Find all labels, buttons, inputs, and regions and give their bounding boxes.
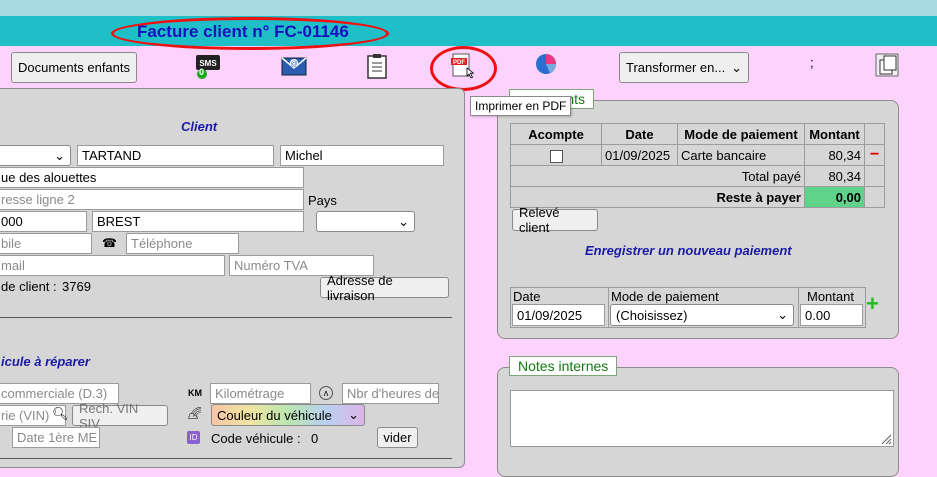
kilometrage-input[interactable]: Kilométrage <box>210 383 311 404</box>
code-vehicule-label: Code véhicule : <box>211 431 301 446</box>
new-montant-label: Montant <box>807 289 854 304</box>
transformer-label: Transformer en... <box>626 60 726 75</box>
civility-select[interactable]: ⌄ <box>0 145 71 166</box>
vider-button[interactable]: vider <box>377 427 418 448</box>
total-paye-label: Total payé <box>510 165 805 187</box>
sms-badge: 0 <box>199 67 205 77</box>
rech-vin-button[interactable]: Rech. VIN SIV <box>72 401 168 431</box>
new-montant-input[interactable]: 0.00 <box>800 304 863 326</box>
heures-input[interactable]: Nbr d'heures de <box>342 383 439 404</box>
km-label: KM <box>188 388 202 398</box>
mobile-input[interactable]: bile <box>0 233 92 254</box>
pdf-tooltip: Imprimer en PDF <box>470 96 572 116</box>
new-date-label: Date <box>513 289 541 304</box>
vehicule-heading: icule à réparer <box>1 354 90 369</box>
notes-textarea[interactable] <box>510 390 894 447</box>
ville-input[interactable]: BREST <box>92 211 304 232</box>
table-row: 01/09/2025 Carte bancaire 80,34 − <box>510 144 885 166</box>
divider <box>798 287 799 328</box>
divider <box>0 458 452 459</box>
col-montant: Montant <box>804 123 865 145</box>
new-mode-label: Mode de paiement <box>611 289 719 304</box>
remove-payment-icon[interactable]: − <box>864 144 885 166</box>
pdf-highlight-ellipse <box>430 46 497 91</box>
adresse1-input[interactable]: ue des alouettes <box>0 167 304 188</box>
payments-table: Acompte Date Mode de paiement Montant 01… <box>510 123 885 208</box>
transformer-select[interactable]: Transformer en... ⌄ <box>619 52 749 83</box>
id-icon: ID <box>187 431 200 444</box>
client-heading: Client <box>181 119 218 134</box>
row-date: 01/09/2025 <box>601 144 678 166</box>
total-paye-value: 80,34 <box>804 165 865 187</box>
email-icon[interactable]: @ <box>281 54 307 78</box>
reste-value: 0,00 <box>804 186 865 208</box>
svg-text:@: @ <box>290 61 297 68</box>
top-strip <box>0 0 937 16</box>
code-client-label: de client : <box>1 279 57 294</box>
row-montant: 80,34 <box>804 144 865 166</box>
copy-icon[interactable] <box>874 52 900 78</box>
rainbow-icon: 🌈︎ <box>187 406 203 420</box>
notes-legend: Notes internes <box>509 356 618 376</box>
chevron-down-icon: ⌄ <box>398 213 409 229</box>
clock-icon: ᴧ <box>319 386 333 400</box>
adresse-livraison-button[interactable]: Adresse de livraison <box>320 273 449 303</box>
col-date: Date <box>601 123 678 145</box>
row-mode: Carte bancaire <box>677 144 805 166</box>
resize-handle-icon[interactable] <box>880 433 892 445</box>
date-me-input[interactable]: Date 1ère ME <box>12 427 100 448</box>
col-actions <box>864 123 885 145</box>
new-mode-select[interactable]: (Choisissez) ⌄ <box>610 304 794 326</box>
telephone-input[interactable]: Téléphone <box>126 233 239 254</box>
pays-label: Pays <box>308 193 337 208</box>
couleur-select[interactable]: Couleur du véhicule ⌄ <box>211 404 365 426</box>
acompte-checkbox[interactable] <box>549 149 563 163</box>
adresse2-input[interactable]: resse ligne 2 <box>0 189 304 210</box>
clipboard-icon[interactable] <box>366 52 388 79</box>
chevron-down-icon: ⌄ <box>731 59 742 75</box>
new-date-input[interactable]: 01/09/2025 <box>512 304 605 326</box>
pays-select[interactable]: ⌄ <box>316 211 415 232</box>
nouveau-paiement-heading: Enregistrer un nouveau paiement <box>585 243 792 258</box>
code-postal-input[interactable]: 000 <box>0 211 87 232</box>
prenom-input[interactable]: Michel <box>280 145 444 166</box>
divider <box>608 287 609 328</box>
col-mode: Mode de paiement <box>677 123 805 145</box>
pie-chart-icon[interactable] <box>533 52 559 76</box>
nom-input[interactable]: TARTAND <box>77 145 274 166</box>
add-payment-icon[interactable]: + <box>866 293 879 315</box>
code-client-value: 3769 <box>62 279 91 294</box>
chevron-down-icon: ⌄ <box>777 307 788 322</box>
divider <box>0 317 452 318</box>
col-acompte: Acompte <box>510 123 602 145</box>
releve-client-button[interactable]: Relevé client <box>512 205 598 235</box>
telephone-icon: ☎ <box>102 236 117 250</box>
email-input[interactable]: mail <box>0 255 225 276</box>
chevron-down-icon: ⌄ <box>348 407 359 422</box>
title-highlight-ellipse <box>111 17 389 50</box>
documents-enfants-button[interactable]: Documents enfants <box>11 52 137 83</box>
semicolon-text: ; <box>810 55 814 70</box>
search-icon[interactable]: 🔍︎ <box>52 406 69 422</box>
code-vehicule-value: 0 <box>311 431 319 446</box>
chevron-down-icon: ⌄ <box>54 147 65 163</box>
